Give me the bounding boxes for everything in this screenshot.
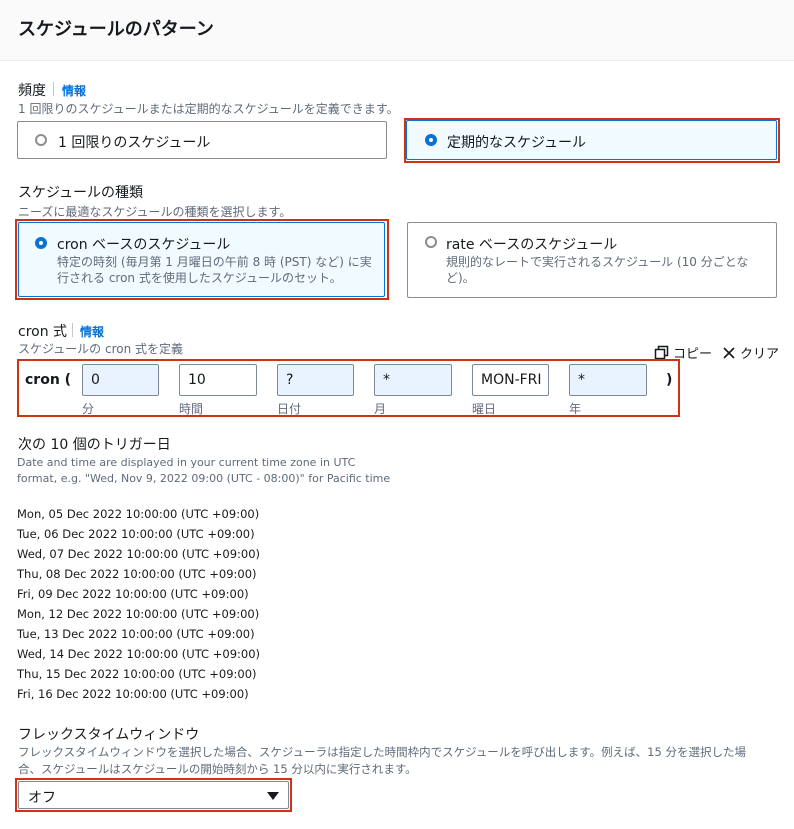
frequency-info-link[interactable]: 情報 <box>62 82 86 99</box>
separator <box>53 82 54 96</box>
trigger-date-item: Fri, 16 Dec 2022 10:00:00 (UTC +09:00) <box>17 687 249 701</box>
copy-icon <box>654 345 669 360</box>
trigger-date-item: Tue, 06 Dec 2022 10:00:00 (UTC +09:00) <box>17 527 255 541</box>
flex-window-label: フレックスタイムウィンドウ <box>18 727 200 743</box>
cron-year-label: 年 <box>569 402 582 416</box>
option-label: rate ベースのスケジュール <box>446 237 618 253</box>
trigger-date-item: Thu, 15 Dec 2022 10:00:00 (UTC +09:00) <box>17 667 257 681</box>
flex-window-description: 合、スケジュールはスケジュールの開始時刻から 15 分以内に実行されます。 <box>18 762 417 776</box>
option-label: 1 回限りのスケジュール <box>58 135 211 151</box>
trigger-date-item: Wed, 14 Dec 2022 10:00:00 (UTC +09:00) <box>17 647 261 661</box>
cron-day-of-month-input[interactable]: ? <box>277 364 354 396</box>
separator <box>72 323 73 337</box>
close-icon <box>723 346 735 359</box>
trigger-date-item: Mon, 05 Dec 2022 10:00:00 (UTC +09:00) <box>17 507 260 521</box>
clear-label: クリア <box>740 347 780 362</box>
flex-window-description: フレックスタイムウィンドウを選択した場合、スケジューラは指定した時間枠内でスケジ… <box>18 745 746 759</box>
trigger-note-line: Date and time are displayed in your curr… <box>17 456 356 469</box>
radio-one-time[interactable] <box>35 134 47 146</box>
cron-day-of-month-label: 日付 <box>277 402 302 416</box>
option-description-line: 規則的なレートで実行されるスケジュール (10 分ごとな <box>446 255 749 269</box>
frequency-label: 頻度 <box>18 83 46 99</box>
cron-label: cron 式 <box>18 324 68 340</box>
cron-month-input[interactable]: * <box>374 364 452 396</box>
cron-description: スケジュールの cron 式を定義 <box>18 342 184 356</box>
cron-month-label: 月 <box>374 402 387 416</box>
option-one-time-schedule[interactable]: 1 回限りのスケジュール <box>17 121 387 159</box>
trigger-date-item: Mon, 12 Dec 2022 10:00:00 (UTC +09:00) <box>17 607 260 621</box>
cron-day-of-week-input[interactable]: MON-FRI <box>472 364 549 396</box>
highlight-box <box>15 778 292 812</box>
cron-suffix: ) <box>666 372 673 388</box>
trigger-date-item: Tue, 13 Dec 2022 10:00:00 (UTC +09:00) <box>17 627 255 641</box>
cron-prefix: cron ( <box>25 372 72 388</box>
radio-rate[interactable] <box>425 236 437 248</box>
cron-day-of-week-label: 曜日 <box>472 402 497 416</box>
option-description-line: ど)。 <box>446 271 475 285</box>
cron-hours-input[interactable]: 10 <box>179 364 257 396</box>
cron-minutes-input[interactable]: 0 <box>82 364 159 396</box>
schedule-type-description: ニーズに最適なスケジュールの種類を選択します。 <box>18 205 292 219</box>
frequency-description: 1 回限りのスケジュールまたは定期的なスケジュールを定義できます。 <box>18 102 399 116</box>
cron-year-input[interactable]: * <box>569 364 647 396</box>
section-title: スケジュールのパターン <box>18 19 214 40</box>
highlight-box <box>15 219 389 300</box>
trigger-date-item: Thu, 08 Dec 2022 10:00:00 (UTC +09:00) <box>17 567 257 581</box>
section-header: スケジュールのパターン <box>0 0 794 61</box>
cron-hours-label: 時間 <box>179 402 204 416</box>
clear-button[interactable]: クリア <box>722 343 779 362</box>
schedule-type-label: スケジュールの種類 <box>18 185 144 201</box>
cron-info-link[interactable]: 情報 <box>80 323 104 340</box>
trigger-date-item: Fri, 09 Dec 2022 10:00:00 (UTC +09:00) <box>17 587 249 601</box>
trigger-dates-title: 次の 10 個のトリガー日 <box>18 437 171 453</box>
trigger-date-item: Wed, 07 Dec 2022 10:00:00 (UTC +09:00) <box>17 547 261 561</box>
trigger-note-line: format, e.g. "Wed, Nov 9, 2022 09:00 (UT… <box>17 472 391 485</box>
cron-minutes-label: 分 <box>82 402 95 416</box>
highlight-box <box>404 118 780 163</box>
option-rate-schedule[interactable]: rate ベースのスケジュール 規則的なレートで実行されるスケジュール (10 … <box>407 222 777 298</box>
